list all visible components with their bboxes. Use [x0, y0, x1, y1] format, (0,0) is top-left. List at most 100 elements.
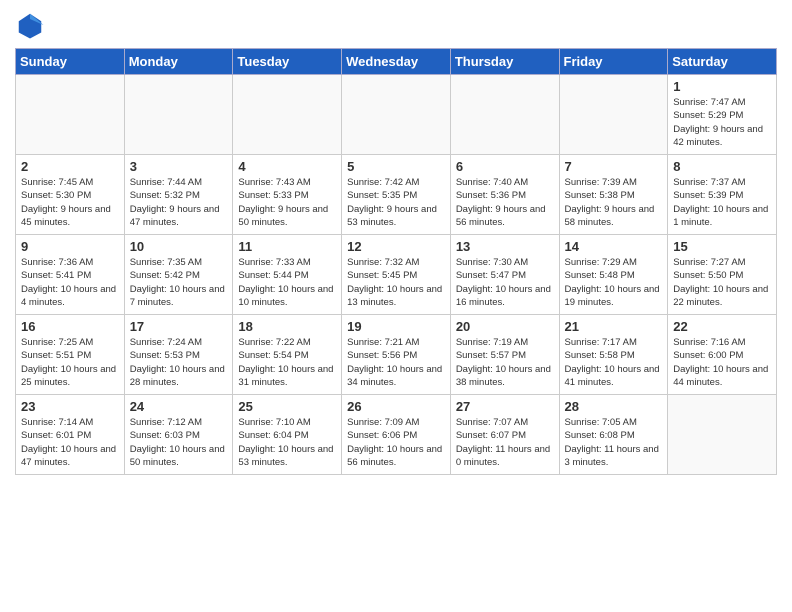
- calendar-cell: 19 Sunrise: 7:21 AMSunset: 5:56 PMDayligh…: [342, 315, 451, 395]
- cell-text-line: Sunset: 6:04 PM: [238, 429, 336, 442]
- day-number: 10: [130, 239, 228, 254]
- cell-text-line: Daylight: 10 hours and 10 minutes.: [238, 283, 336, 310]
- weekday-header-sunday: Sunday: [16, 49, 125, 75]
- calendar-cell: 3Sunrise: 7:44 AMSunset: 5:32 PMDaylight…: [124, 155, 233, 235]
- weekday-header-thursday: Thursday: [450, 49, 559, 75]
- cell-text-line: Sunrise: 7:36 AM: [21, 256, 119, 269]
- day-number: 2: [21, 159, 119, 174]
- cell-text-line: Sunset: 5:38 PM: [565, 189, 663, 202]
- calendar-cell: 5Sunrise: 7:42 AMSunset: 5:35 PMDaylight…: [342, 155, 451, 235]
- cell-text-line: Sunset: 5:56 PM: [347, 349, 445, 362]
- cell-text-line: Sunrise: 7:42 AM: [347, 176, 445, 189]
- cell-text-line: Daylight: 10 hours and 19 minutes.: [565, 283, 663, 310]
- cell-text-line: Daylight: 10 hours and 41 minutes.: [565, 363, 663, 390]
- cell-text-line: Sunrise: 7:21 AM: [347, 336, 445, 349]
- cell-text-line: Sunrise: 7:16 AM: [673, 336, 771, 349]
- calendar-cell: [668, 395, 777, 475]
- weekday-header-saturday: Saturday: [668, 49, 777, 75]
- calendar-cell: [16, 75, 125, 155]
- calendar-cell: 7Sunrise: 7:39 AMSunset: 5:38 PMDaylight…: [559, 155, 668, 235]
- day-number: 26: [347, 399, 445, 414]
- cell-text-line: Sunset: 5:33 PM: [238, 189, 336, 202]
- cell-text-line: Sunrise: 7:44 AM: [130, 176, 228, 189]
- cell-text-line: Daylight: 11 hours and 0 minutes.: [456, 443, 554, 470]
- cell-text-line: Daylight: 9 hours and 47 minutes.: [130, 203, 228, 230]
- cell-text-line: Daylight: 10 hours and 1 minute.: [673, 203, 771, 230]
- calendar-cell: 6Sunrise: 7:40 AMSunset: 5:36 PMDaylight…: [450, 155, 559, 235]
- cell-text-line: Daylight: 9 hours and 58 minutes.: [565, 203, 663, 230]
- calendar-cell: 12Sunrise: 7:32 AMSunset: 5:45 PMDayligh…: [342, 235, 451, 315]
- day-number: 5: [347, 159, 445, 174]
- calendar-cell: 8Sunrise: 7:37 AMSunset: 5:39 PMDaylight…: [668, 155, 777, 235]
- calendar-cell: 25Sunrise: 7:10 AMSunset: 6:04 PMDayligh…: [233, 395, 342, 475]
- cell-text-line: Sunrise: 7:19 AM: [456, 336, 554, 349]
- day-number: 7: [565, 159, 663, 174]
- cell-text-line: Sunset: 5:44 PM: [238, 269, 336, 282]
- day-number: 27: [456, 399, 554, 414]
- cell-text-line: Daylight: 10 hours and 16 minutes.: [456, 283, 554, 310]
- cell-text-line: Daylight: 10 hours and 53 minutes.: [238, 443, 336, 470]
- day-number: 4: [238, 159, 336, 174]
- day-number: 28: [565, 399, 663, 414]
- cell-text-line: Daylight: 10 hours and 31 minutes.: [238, 363, 336, 390]
- logo: [15, 10, 49, 40]
- weekday-header-monday: Monday: [124, 49, 233, 75]
- cell-text-line: Sunrise: 7:12 AM: [130, 416, 228, 429]
- calendar-cell: 9Sunrise: 7:36 AMSunset: 5:41 PMDaylight…: [16, 235, 125, 315]
- cell-text-line: Sunrise: 7:10 AM: [238, 416, 336, 429]
- cell-text-line: Sunset: 5:58 PM: [565, 349, 663, 362]
- day-number: 13: [456, 239, 554, 254]
- day-number: 11: [238, 239, 336, 254]
- calendar-cell: 28Sunrise: 7:05 AMSunset: 6:08 PMDayligh…: [559, 395, 668, 475]
- cell-text-line: Sunset: 6:00 PM: [673, 349, 771, 362]
- calendar-cell: 21Sunrise: 7:17 AMSunset: 5:58 PMDayligh…: [559, 315, 668, 395]
- cell-text-line: Sunset: 5:42 PM: [130, 269, 228, 282]
- cell-text-line: Daylight: 10 hours and 34 minutes.: [347, 363, 445, 390]
- cell-text-line: Sunset: 6:08 PM: [565, 429, 663, 442]
- day-number: 1: [673, 79, 771, 94]
- cell-text-line: Sunset: 5:30 PM: [21, 189, 119, 202]
- weekday-header-friday: Friday: [559, 49, 668, 75]
- day-number: 20: [456, 319, 554, 334]
- day-number: 21: [565, 319, 663, 334]
- day-number: 19: [347, 319, 445, 334]
- cell-text-line: Sunrise: 7:40 AM: [456, 176, 554, 189]
- day-number: 18: [238, 319, 336, 334]
- cell-text-line: Sunrise: 7:24 AM: [130, 336, 228, 349]
- cell-text-line: Daylight: 11 hours and 3 minutes.: [565, 443, 663, 470]
- day-number: 22: [673, 319, 771, 334]
- week-row-2: 9Sunrise: 7:36 AMSunset: 5:41 PMDaylight…: [16, 235, 777, 315]
- calendar-cell: 22Sunrise: 7:16 AMSunset: 6:00 PMDayligh…: [668, 315, 777, 395]
- cell-text-line: Sunset: 5:29 PM: [673, 109, 771, 122]
- cell-text-line: Sunrise: 7:35 AM: [130, 256, 228, 269]
- cell-text-line: Sunrise: 7:07 AM: [456, 416, 554, 429]
- cell-text-line: Sunset: 5:47 PM: [456, 269, 554, 282]
- calendar-cell: [233, 75, 342, 155]
- cell-text-line: Daylight: 10 hours and 50 minutes.: [130, 443, 228, 470]
- cell-text-line: Daylight: 10 hours and 25 minutes.: [21, 363, 119, 390]
- day-number: 14: [565, 239, 663, 254]
- day-number: 17: [130, 319, 228, 334]
- cell-text-line: Sunset: 5:48 PM: [565, 269, 663, 282]
- calendar-cell: 10Sunrise: 7:35 AMSunset: 5:42 PMDayligh…: [124, 235, 233, 315]
- day-number: 12: [347, 239, 445, 254]
- cell-text-line: Daylight: 10 hours and 22 minutes.: [673, 283, 771, 310]
- cell-text-line: Daylight: 10 hours and 4 minutes.: [21, 283, 119, 310]
- cell-text-line: Daylight: 9 hours and 50 minutes.: [238, 203, 336, 230]
- cell-text-line: Sunrise: 7:14 AM: [21, 416, 119, 429]
- week-row-1: 2Sunrise: 7:45 AMSunset: 5:30 PMDaylight…: [16, 155, 777, 235]
- cell-text-line: Sunset: 5:45 PM: [347, 269, 445, 282]
- cell-text-line: Daylight: 9 hours and 56 minutes.: [456, 203, 554, 230]
- calendar-cell: 24Sunrise: 7:12 AMSunset: 6:03 PMDayligh…: [124, 395, 233, 475]
- calendar-cell: 13Sunrise: 7:30 AMSunset: 5:47 PMDayligh…: [450, 235, 559, 315]
- week-row-3: 16Sunrise: 7:25 AMSunset: 5:51 PMDayligh…: [16, 315, 777, 395]
- cell-text-line: Sunrise: 7:32 AM: [347, 256, 445, 269]
- calendar-cell: 26Sunrise: 7:09 AMSunset: 6:06 PMDayligh…: [342, 395, 451, 475]
- cell-text-line: Daylight: 9 hours and 42 minutes.: [673, 123, 771, 150]
- cell-text-line: Sunset: 5:54 PM: [238, 349, 336, 362]
- calendar-cell: [124, 75, 233, 155]
- cell-text-line: Sunset: 5:57 PM: [456, 349, 554, 362]
- calendar-cell: 16Sunrise: 7:25 AMSunset: 5:51 PMDayligh…: [16, 315, 125, 395]
- cell-text-line: Sunrise: 7:22 AM: [238, 336, 336, 349]
- calendar-cell: 4Sunrise: 7:43 AMSunset: 5:33 PMDaylight…: [233, 155, 342, 235]
